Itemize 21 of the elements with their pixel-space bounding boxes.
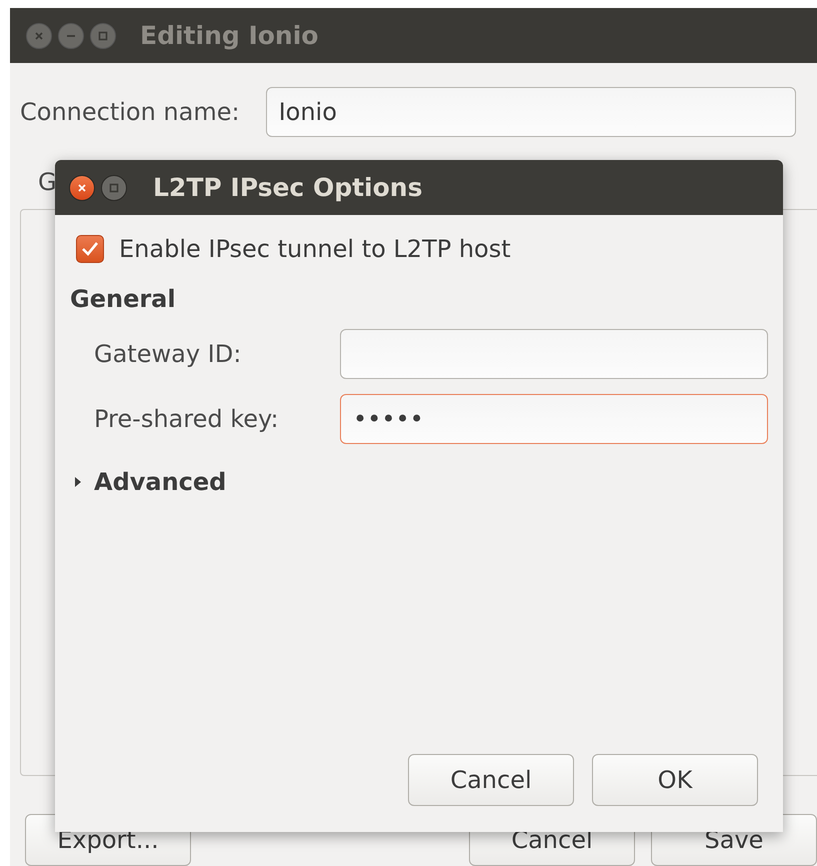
field-label: Gateway ID:	[94, 340, 242, 368]
connection-name-label: Connection name:	[20, 98, 240, 126]
checkbox-label: Enable IPsec tunnel to L2TP host	[119, 235, 511, 263]
window-title: Editing Ionio	[140, 21, 318, 50]
checkbox[interactable]	[76, 235, 104, 263]
field-label: Pre-shared key:	[94, 405, 280, 433]
cancel-button[interactable]: Cancel	[408, 754, 574, 806]
close-icon[interactable]	[69, 174, 95, 200]
maximize-icon[interactable]	[90, 22, 116, 48]
tab[interactable]: G	[38, 168, 57, 196]
connection-name-field[interactable]: Ionio	[266, 87, 796, 137]
text-field[interactable]	[340, 329, 768, 379]
ok-button[interactable]: OK	[592, 754, 758, 806]
maximize-icon[interactable]	[101, 174, 127, 200]
dialog-title: L2TP IPsec Options	[153, 173, 422, 202]
check-icon	[80, 240, 100, 258]
expander-label[interactable]: Advanced	[94, 468, 226, 496]
minimize-icon[interactable]	[58, 22, 84, 48]
expander-arrow-icon[interactable]	[74, 476, 82, 488]
text-field[interactable]: •••••	[340, 394, 768, 444]
section-heading: General	[70, 285, 177, 313]
